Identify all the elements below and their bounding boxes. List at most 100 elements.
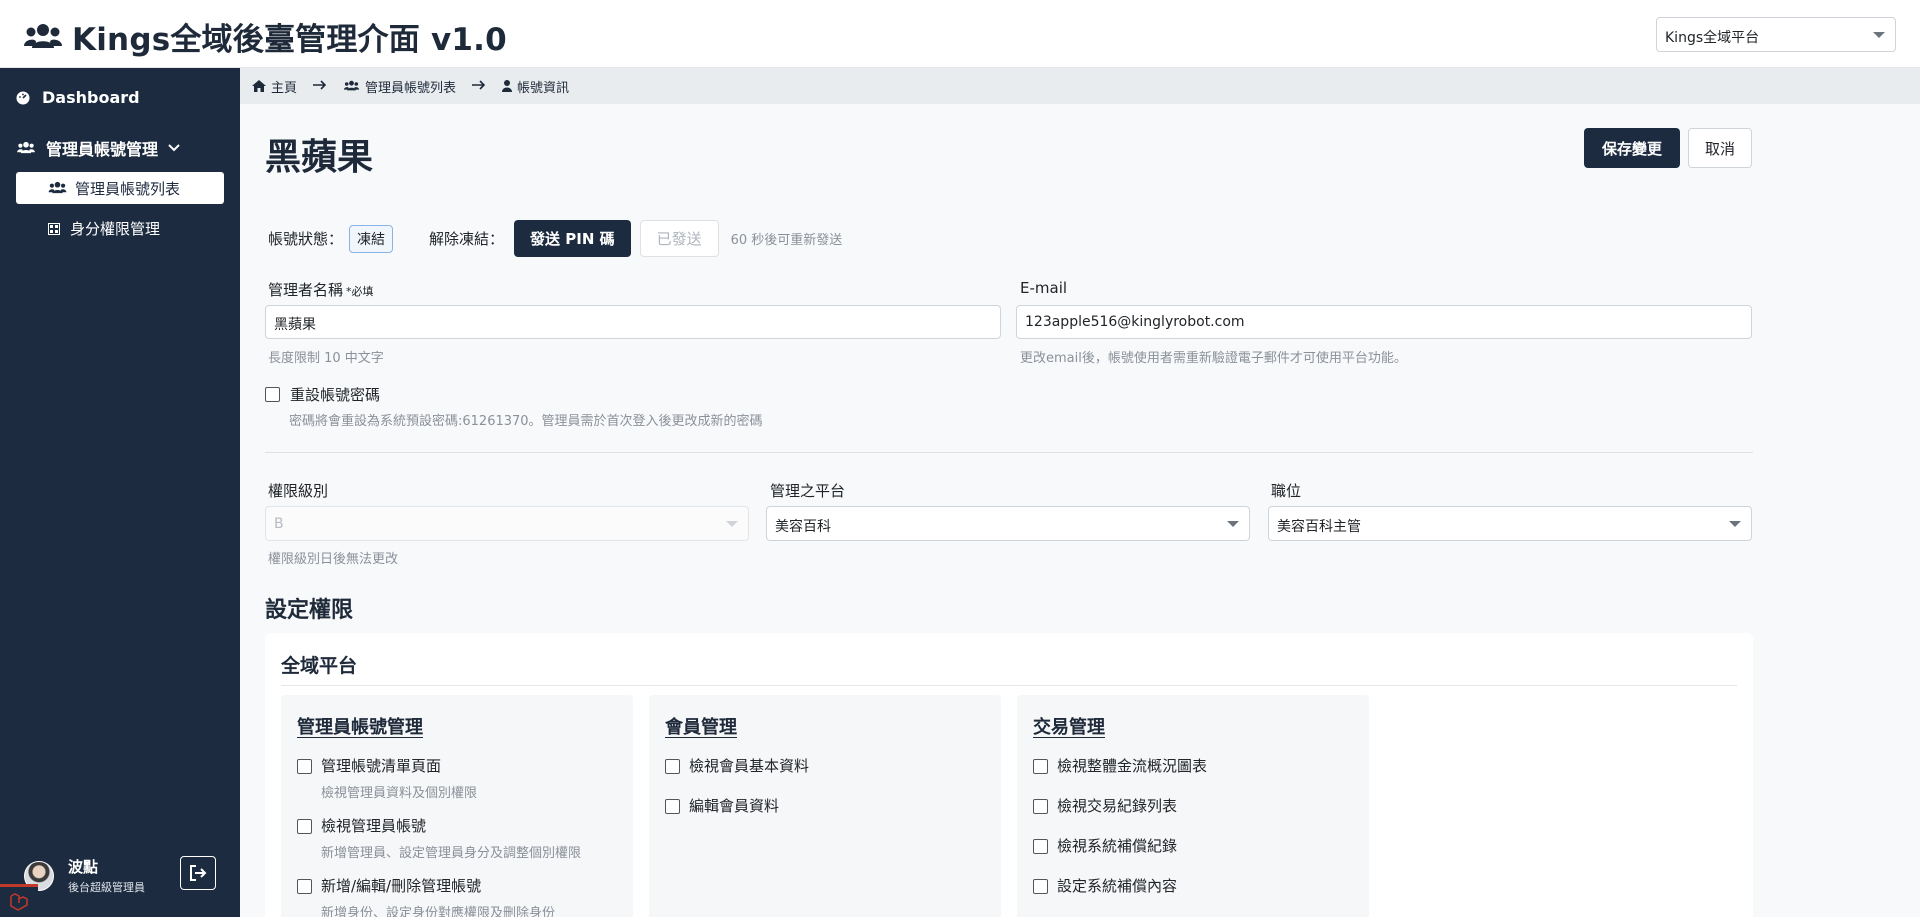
user-role: 後台超級管理員 — [68, 881, 145, 894]
permission-item: 檢視管理員帳號 新增管理員、設定管理員身分及調整個別權限 — [297, 817, 581, 861]
chevron-down-icon — [1873, 32, 1885, 38]
permission-label: 檢視系統補償紀錄 — [1057, 837, 1178, 855]
email-field[interactable]: 123apple516@kinglyrobot.com — [1016, 305, 1752, 339]
email-label: E-mail — [1020, 279, 1068, 297]
breadcrumb-label: 帳號資訊 — [517, 80, 570, 96]
managed-platform-select[interactable]: 美容百科 — [766, 506, 1250, 541]
permission-checkbox[interactable] — [297, 879, 312, 894]
permission-item: 管理帳號清單頁面 檢視管理員資料及個別權限 — [297, 757, 477, 801]
sidebar-item-label: 管理員帳號列表 — [75, 179, 181, 198]
permission-group-admin-accounts: 管理員帳號管理 管理帳號清單頁面 檢視管理員資料及個別權限 檢視管理員帳號 新增… — [281, 695, 633, 917]
send-pin-button[interactable]: 發送 PIN 碼 — [514, 220, 631, 257]
permission-checkbox[interactable] — [1033, 839, 1048, 854]
sidebar-item-label: Dashboard — [42, 88, 140, 107]
permission-item: 檢視交易紀錄列表 — [1033, 797, 1177, 815]
save-button[interactable]: 保存變更 — [1584, 128, 1680, 168]
permission-checkbox[interactable] — [1033, 879, 1048, 894]
breadcrumb-label: 主頁 — [271, 80, 298, 96]
permission-checkbox[interactable] — [297, 759, 312, 774]
user-icon — [502, 80, 513, 92]
permission-item: 檢視會員基本資料 — [665, 757, 809, 775]
permission-desc: 檢視管理員資料及個別權限 — [321, 786, 478, 801]
breadcrumb: 主頁 管理員帳號列表 帳號資訊 — [240, 68, 1920, 104]
sidebar-item-label: 身分權限管理 — [70, 220, 161, 238]
users-icon — [17, 141, 35, 154]
breadcrumb-account-info: 帳號資訊 — [502, 77, 569, 96]
user-profile: 波點 後台超級管理員 — [24, 856, 145, 895]
user-name: 波點 — [68, 858, 99, 876]
account-status-row: 帳號狀態： 凍結 解除凍結： 發送 PIN 碼 已發送 60 秒後可重新發送 — [268, 220, 842, 257]
breadcrumb-label: 管理員帳號列表 — [365, 80, 457, 96]
permission-group-members: 會員管理 檢視會員基本資料 編輯會員資料 — [649, 695, 1001, 917]
chevron-down-icon — [1729, 521, 1741, 527]
permission-label: 設定系統補償內容 — [1057, 877, 1178, 895]
permissions-section-title: 設定權限 — [265, 598, 354, 623]
users-icon — [24, 23, 62, 48]
users-icon — [48, 181, 67, 194]
permission-label: 檢視管理員帳號 — [321, 817, 427, 835]
arrow-right-icon — [313, 79, 327, 94]
status-badge: 凍結 — [349, 224, 394, 253]
sidebar-item-admin-accounts[interactable]: 管理員帳號管理 — [16, 136, 180, 160]
unfreeze-label: 解除凍結： — [429, 230, 505, 248]
reset-password-hint: 密碼將會重設為系統預設密碼:61261370。管理員需於首次登入後更改成新的密碼 — [289, 414, 763, 429]
permission-label: 檢視整體金流概況圖表 — [1057, 757, 1208, 775]
name-label-text: 管理者名稱 — [268, 281, 344, 299]
app-title: Kings全域後臺管理介面 v1.0 — [72, 22, 507, 58]
logout-button[interactable] — [180, 856, 216, 890]
permission-item: 設定系統補償內容 — [1033, 877, 1177, 895]
email-hint: 更改email後，帳號使用者需重新驗證電子郵件才可使用平台功能。 — [1020, 351, 1407, 366]
brand: Kings全域後臺管理介面 v1.0 — [24, 14, 507, 59]
top-header: Kings全域後臺管理介面 v1.0 Kings全域平台 — [0, 0, 1920, 68]
card-title: 全域平台 — [281, 655, 358, 677]
position-select[interactable]: 美容百科主管 — [1268, 506, 1752, 541]
chevron-down-icon — [168, 144, 180, 152]
divider — [281, 685, 1737, 686]
sent-button[interactable]: 已發送 — [639, 220, 719, 257]
permission-item: 檢視整體金流概況圖表 — [1033, 757, 1207, 775]
laravel-icon — [10, 893, 28, 911]
permission-label: 檢視交易紀錄列表 — [1057, 797, 1178, 815]
permission-checkbox[interactable] — [665, 759, 680, 774]
resend-hint: 60 秒後可重新發送 — [730, 233, 843, 248]
name-label: 管理者名稱 *必填 — [268, 279, 374, 300]
permission-checkbox[interactable] — [297, 819, 312, 834]
permission-group-title: 交易管理 — [1033, 717, 1105, 738]
divider — [265, 452, 1753, 453]
permission-checkbox[interactable] — [1033, 759, 1048, 774]
status-label: 帳號狀態： — [268, 230, 344, 248]
admin-name-value: 黑蘋果 — [274, 317, 316, 333]
home-icon — [252, 80, 266, 92]
permission-item: 新增/編輯/刪除管理帳號 新增身份、設定身份對應權限及刪除身份 — [297, 877, 555, 917]
sidebar-item-dashboard[interactable]: Dashboard — [16, 88, 140, 107]
sidebar-item-admin-list[interactable]: 管理員帳號列表 — [16, 172, 224, 204]
platform-select[interactable]: Kings全域平台 — [1656, 17, 1896, 52]
breadcrumb-home[interactable]: 主頁 — [252, 77, 297, 96]
permission-desc: 新增身份、設定身份對應權限及刪除身份 — [321, 906, 556, 917]
permission-level-select: B — [265, 506, 749, 541]
chevron-down-icon — [1227, 521, 1239, 527]
level-label: 權限級別 — [268, 482, 329, 500]
debug-toolbar-icon[interactable] — [0, 884, 38, 917]
permission-desc: 新增管理員、設定管理員身分及調整個別權限 — [321, 846, 582, 861]
admin-name-field[interactable]: 黑蘋果 — [265, 305, 1001, 339]
reset-password-checkbox[interactable] — [265, 387, 280, 402]
name-hint: 長度限制 10 中文字 — [268, 351, 384, 366]
email-value: 123apple516@kinglyrobot.com — [1025, 314, 1245, 330]
position-label: 職位 — [1271, 482, 1302, 500]
dashboard-icon — [16, 91, 30, 104]
managed-platform-value: 美容百科 — [775, 519, 831, 535]
permission-label: 檢視會員基本資料 — [689, 757, 810, 775]
cancel-button[interactable]: 取消 — [1688, 128, 1752, 168]
permissions-card: 全域平台 管理員帳號管理 管理帳號清單頁面 檢視管理員資料及個別權限 檢視管理員… — [265, 633, 1753, 917]
platform-select-value: Kings全域平台 — [1665, 30, 1760, 46]
permission-item: 檢視系統補償紀錄 — [1033, 837, 1177, 855]
sidebar-item-role-permissions[interactable]: 身分權限管理 — [48, 218, 160, 239]
arrow-right-icon — [472, 79, 486, 94]
permission-checkbox[interactable] — [665, 799, 680, 814]
breadcrumb-admin-list[interactable]: 管理員帳號列表 — [343, 77, 456, 96]
reset-password-row: 重設帳號密碼 — [265, 384, 380, 405]
level-hint: 權限級別日後無法更改 — [268, 552, 399, 567]
permission-checkbox[interactable] — [1033, 799, 1048, 814]
managed-platform-label: 管理之平台 — [770, 482, 846, 500]
